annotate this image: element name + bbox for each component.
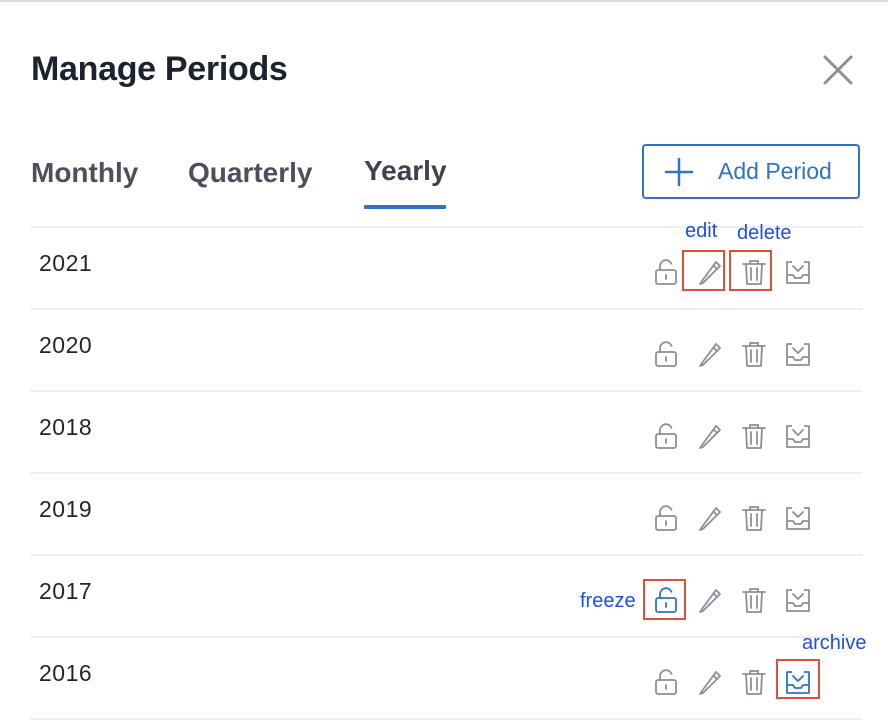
lock-open-icon[interactable] (650, 256, 682, 288)
trash-icon[interactable] (738, 338, 770, 370)
annotation-delete: delete (737, 222, 792, 244)
pencil-icon[interactable] (694, 420, 726, 452)
period-year: 2017 (39, 578, 93, 604)
period-year: 2019 (39, 496, 93, 522)
active-tab-indicator (364, 205, 446, 209)
lock-open-icon[interactable] (650, 666, 682, 698)
period-row: 2016 (30, 636, 862, 720)
pencil-icon[interactable] (694, 338, 726, 370)
plus-icon (664, 157, 694, 186)
archive-icon[interactable] (782, 666, 814, 698)
archive-icon[interactable] (782, 338, 814, 370)
pencil-icon[interactable] (694, 666, 726, 698)
period-list: 2021 2020 2018 2019 2017 2016 (30, 226, 862, 720)
archive-icon[interactable] (782, 420, 814, 452)
dialog-title: Manage Periods (31, 50, 288, 88)
annotation-archive: archive (802, 632, 867, 654)
add-period-button[interactable]: Add Period (642, 144, 860, 199)
archive-icon[interactable] (782, 256, 814, 288)
pencil-icon[interactable] (694, 256, 726, 288)
period-row: 2017 (30, 554, 862, 636)
top-border (0, 0, 888, 2)
annotation-freeze: freeze (580, 590, 636, 612)
trash-icon[interactable] (738, 256, 770, 288)
lock-open-icon[interactable] (650, 502, 682, 534)
archive-icon[interactable] (782, 502, 814, 534)
trash-icon[interactable] (738, 584, 770, 616)
period-year: 2020 (39, 332, 93, 358)
tab-quarterly[interactable]: Quarterly (188, 157, 313, 189)
lock-open-icon[interactable] (650, 338, 682, 370)
lock-open-icon[interactable] (650, 420, 682, 452)
annotation-edit: edit (685, 220, 718, 242)
add-period-label: Add Period (718, 158, 832, 184)
trash-icon[interactable] (738, 420, 770, 452)
close-icon[interactable] (820, 52, 856, 88)
period-year: 2021 (39, 250, 93, 276)
period-row: 2019 (30, 472, 862, 554)
period-row: 2020 (30, 308, 862, 390)
period-year: 2016 (39, 660, 93, 686)
lock-open-icon[interactable] (650, 584, 682, 616)
pencil-icon[interactable] (694, 502, 726, 534)
period-row: 2018 (30, 390, 862, 472)
period-year: 2018 (39, 414, 93, 440)
pencil-icon[interactable] (694, 584, 726, 616)
trash-icon[interactable] (738, 502, 770, 534)
tab-yearly[interactable]: Yearly (364, 155, 447, 187)
archive-icon[interactable] (782, 584, 814, 616)
trash-icon[interactable] (738, 666, 770, 698)
tab-monthly[interactable]: Monthly (31, 157, 138, 189)
